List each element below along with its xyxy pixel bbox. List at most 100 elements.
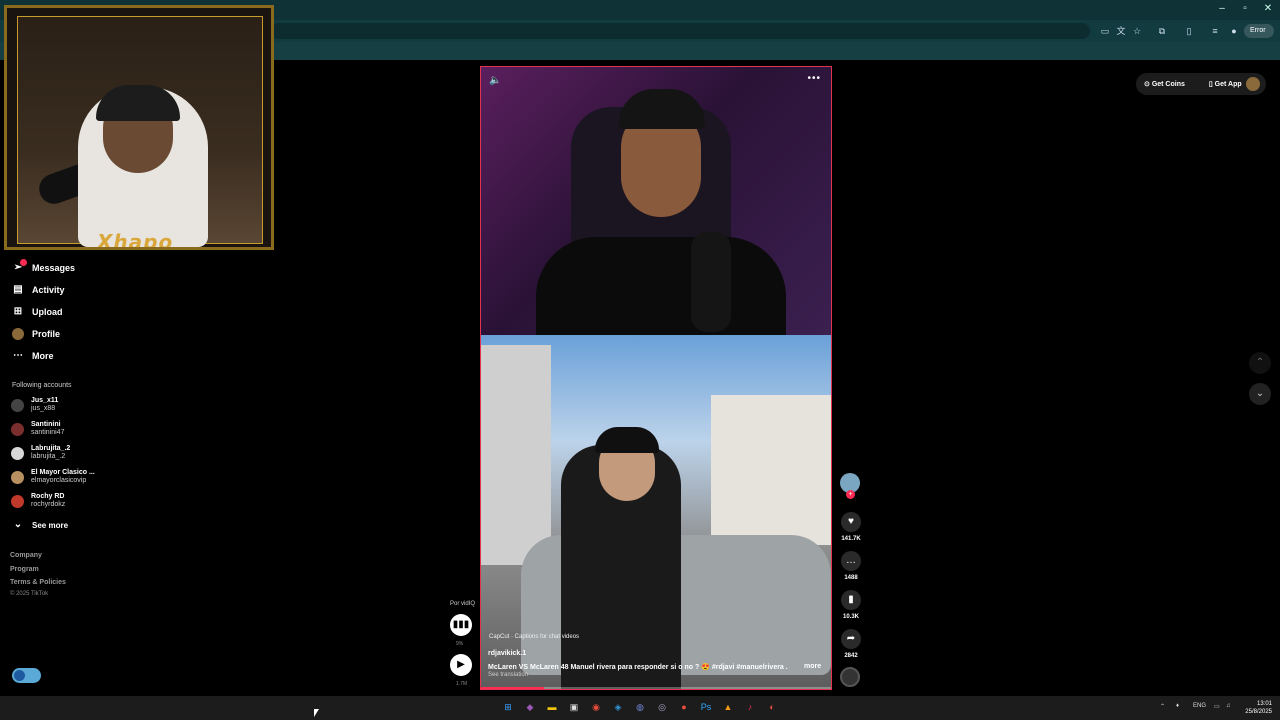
account-item[interactable]: Santinini santinini47 bbox=[11, 419, 64, 439]
avatar bbox=[11, 470, 24, 484]
follow-plus-icon[interactable]: + bbox=[846, 490, 855, 499]
share-button[interactable]: ➦ 2842 bbox=[840, 629, 862, 659]
caption-more-button[interactable]: more bbox=[804, 663, 821, 670]
previous-video-button[interactable]: ⌃ bbox=[1249, 352, 1271, 374]
video-player[interactable]: 🔈 ••• CapCut · Captions for chat videos … bbox=[480, 66, 832, 690]
account-item[interactable]: Rochy RD rochyrdokz bbox=[11, 491, 65, 511]
nav-more[interactable]: ⋯ More bbox=[12, 349, 54, 363]
account-name: El Mayor Clasico ... bbox=[31, 469, 95, 476]
account-item[interactable]: El Mayor Clasico ... elmayorclasicovip bbox=[11, 467, 95, 487]
save-button[interactable]: ▮ 10.3K bbox=[840, 590, 862, 620]
notification-badge bbox=[20, 259, 27, 266]
extensions-icon[interactable]: ⧉ bbox=[1156, 25, 1168, 37]
app-icon[interactable]: ▲ bbox=[721, 700, 735, 714]
building bbox=[711, 395, 831, 545]
nav-profile[interactable]: Profile bbox=[12, 327, 60, 341]
chrome-icon[interactable]: ◉ bbox=[589, 700, 603, 714]
footer-terms[interactable]: Terms & Policies bbox=[10, 579, 66, 586]
account-name: Jus_x11 bbox=[31, 397, 59, 404]
app-icon[interactable]: ◐ bbox=[765, 700, 779, 714]
account-username: elmayorclasicovip bbox=[31, 477, 87, 484]
steam-icon[interactable]: ◎ bbox=[655, 700, 669, 714]
avatar bbox=[11, 446, 24, 460]
tiktok-icon[interactable]: ♪ bbox=[743, 700, 757, 714]
copyright: © 2025 TikTok bbox=[10, 591, 49, 597]
account-item[interactable]: Jus_x11 jus_x88 bbox=[11, 395, 58, 415]
sidepanel-icon[interactable]: ▯ bbox=[1183, 25, 1195, 37]
theme-toggle[interactable] bbox=[12, 668, 41, 683]
music-disc[interactable] bbox=[840, 667, 860, 687]
outlook-icon[interactable]: ◈ bbox=[611, 700, 625, 714]
get-coins-button[interactable]: ⊙ Get Coins bbox=[1144, 80, 1197, 88]
windows-start-icon[interactable]: ⊞ bbox=[501, 700, 515, 714]
see-translation-link[interactable]: See translation bbox=[488, 672, 528, 678]
video-progress-bar[interactable] bbox=[481, 687, 831, 689]
footer-company[interactable]: Company bbox=[10, 552, 42, 559]
like-count: 141.7K bbox=[841, 536, 861, 542]
profile-error-button[interactable]: Error bbox=[1244, 24, 1274, 38]
maximize-button[interactable]: ▫ bbox=[1235, 3, 1255, 14]
nav-messages[interactable]: ➢ Messages bbox=[12, 259, 76, 275]
more-options-icon[interactable]: ••• bbox=[807, 73, 821, 84]
vidiq-label: Por vidIQ bbox=[450, 601, 476, 607]
tray-chevron-icon[interactable]: ⌃ bbox=[1160, 703, 1165, 710]
avatar bbox=[11, 494, 24, 508]
mic-tray-icon[interactable]: ♦ bbox=[1176, 703, 1179, 709]
copilot-icon[interactable]: ◆ bbox=[523, 700, 537, 714]
nav-label: Profile bbox=[32, 329, 61, 339]
obs-icon[interactable]: ● bbox=[677, 700, 691, 714]
like-button[interactable]: ♥ 141.7K bbox=[840, 512, 862, 542]
nav-label: Upload bbox=[32, 307, 63, 317]
language-indicator[interactable]: ENG bbox=[1193, 703, 1206, 709]
address-bar[interactable] bbox=[270, 23, 1090, 39]
account-name: Rochy RD bbox=[31, 493, 65, 500]
mouse-cursor bbox=[314, 709, 319, 717]
share-icon: ➦ bbox=[841, 629, 861, 649]
comment-button[interactable]: … 1488 bbox=[840, 551, 862, 581]
nav-label: More bbox=[32, 351, 54, 361]
cast-icon[interactable]: ▭ bbox=[1099, 25, 1111, 37]
speaker-icon[interactable]: 🔈 bbox=[489, 75, 501, 86]
chevron-down-icon: ⌄ bbox=[13, 519, 23, 530]
footer-program[interactable]: Program bbox=[10, 566, 39, 573]
tab-search-icon[interactable]: ≡ bbox=[1209, 25, 1221, 37]
paper-plane-icon: ➢ bbox=[12, 259, 27, 274]
photoshop-icon[interactable]: Ps bbox=[699, 700, 713, 714]
network-icon[interactable]: ▭ bbox=[1214, 703, 1220, 710]
account-username: santinini47 bbox=[31, 429, 65, 436]
account-username: jus_x88 bbox=[31, 405, 56, 412]
close-window-button[interactable]: ✕ bbox=[1258, 3, 1278, 14]
next-video-button[interactable]: ⌄ bbox=[1249, 383, 1271, 405]
heart-icon: ♥ bbox=[841, 512, 861, 532]
video-caption: McLaren VS McLaren 48 Manuel rivera para… bbox=[488, 664, 788, 671]
system-clock[interactable]: 13:01 25/8/2025 bbox=[1240, 700, 1272, 716]
video-author[interactable]: rdjavikick.1 bbox=[488, 650, 526, 657]
plus-box-icon: ⊞ bbox=[13, 306, 23, 317]
stat-percent: 9% bbox=[456, 641, 464, 647]
capcut-anchor[interactable]: CapCut · Captions for chat videos bbox=[489, 634, 579, 640]
minimize-button[interactable]: – bbox=[1212, 3, 1232, 14]
person-body bbox=[536, 237, 786, 347]
account-username: labrujita_.2 bbox=[31, 453, 66, 460]
clock-time: 13:01 bbox=[1256, 701, 1272, 707]
store-icon[interactable]: ▣ bbox=[567, 700, 581, 714]
star-icon[interactable]: ☆ bbox=[1131, 25, 1143, 37]
discord-icon[interactable]: ◍ bbox=[633, 700, 647, 714]
folder-icon[interactable]: ▬ bbox=[545, 700, 559, 714]
account-icon[interactable]: ● bbox=[1228, 25, 1240, 37]
bookmark-icon: ▮ bbox=[841, 590, 861, 610]
nav-upload[interactable]: ⊞ Upload bbox=[12, 305, 63, 319]
avatar-icon bbox=[12, 328, 24, 340]
nav-activity[interactable]: ▤ Activity bbox=[12, 283, 64, 297]
see-more-button[interactable]: ⌄ See more bbox=[12, 518, 68, 532]
stats-button[interactable]: ▮▮▮ bbox=[450, 614, 472, 636]
see-more-label: See more bbox=[32, 520, 69, 530]
volume-icon[interactable]: ♫ bbox=[1226, 703, 1231, 709]
avatar bbox=[11, 422, 24, 436]
translate-icon[interactable]: 文 bbox=[1115, 25, 1127, 37]
user-avatar[interactable] bbox=[1246, 77, 1260, 91]
play-button[interactable]: ▶ bbox=[450, 654, 472, 676]
nav-label: Messages bbox=[32, 263, 76, 273]
streamer-logo: Xhapo bbox=[97, 230, 174, 250]
account-item[interactable]: Labrujita_.2 labrujita_.2 bbox=[11, 443, 70, 463]
